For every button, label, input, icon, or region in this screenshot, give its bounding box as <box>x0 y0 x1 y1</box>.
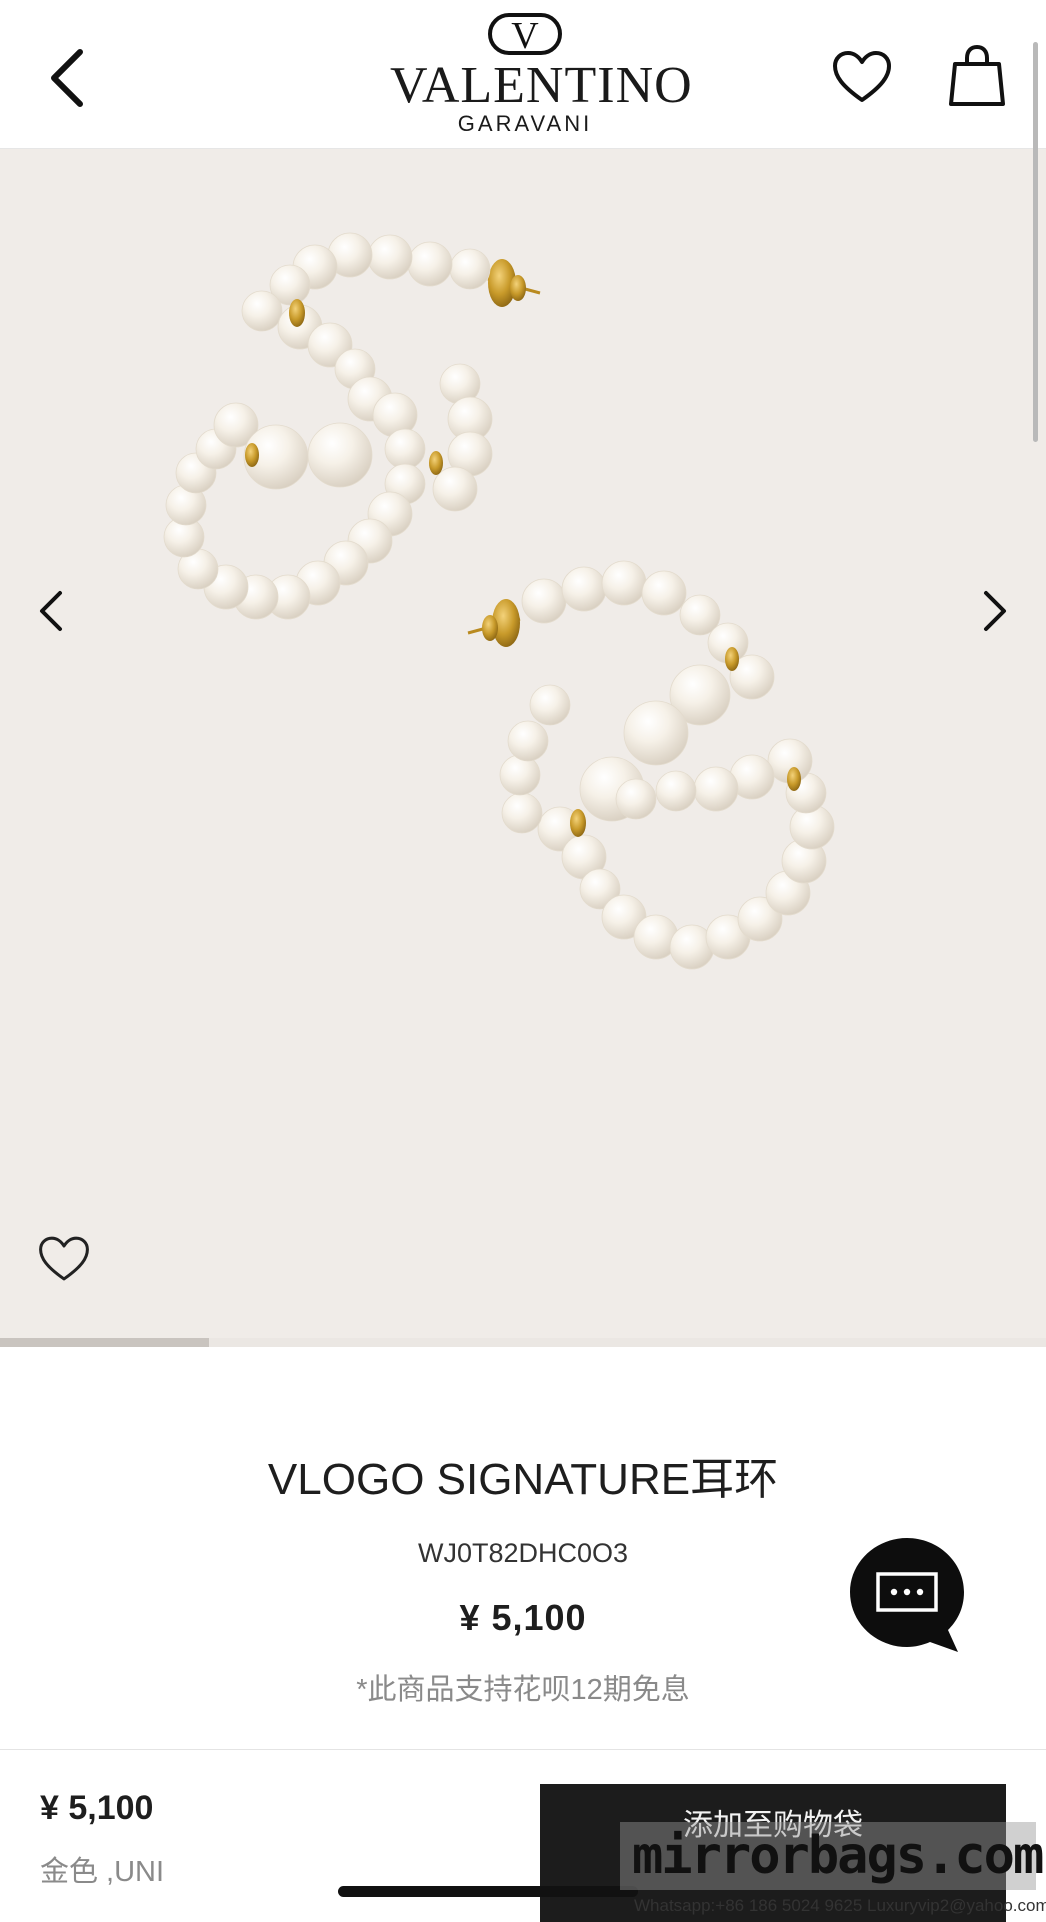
chat-button[interactable] <box>846 1534 968 1656</box>
back-button[interactable] <box>44 46 90 110</box>
pearl <box>307 422 373 488</box>
earring-upper <box>163 232 541 620</box>
watermark-contact: Whatsapp:+86 186 5024 9625 Luxuryvip2@ya… <box>634 1896 1046 1915</box>
product-image <box>163 232 835 970</box>
earring-post <box>487 259 541 307</box>
gallery-wishlist-button[interactable] <box>38 1235 90 1283</box>
earring-lower <box>467 560 835 970</box>
pearl <box>693 766 739 812</box>
pearl <box>529 684 571 726</box>
pearl <box>655 770 697 812</box>
brand-subname: GARAVANI <box>457 111 593 136</box>
heart-icon <box>833 51 891 102</box>
pearl <box>521 578 567 624</box>
watermark-site: mirrorbags.com <box>632 1826 1044 1886</box>
gold-spacer <box>787 767 801 791</box>
brand-logo[interactable]: V VALENTINO GARAVANI <box>390 12 693 142</box>
pearl <box>384 428 426 470</box>
heart-icon <box>39 1236 89 1281</box>
selected-variant[interactable]: 金色 ,UNI <box>40 1854 164 1890</box>
previous-image-button[interactable] <box>30 581 70 641</box>
chevron-left-icon <box>40 591 62 631</box>
product-gallery[interactable] <box>0 149 1046 1347</box>
pearl <box>623 700 689 766</box>
pearl <box>561 566 607 612</box>
header: V VALENTINO GARAVANI <box>0 0 1046 149</box>
pearl <box>432 466 478 512</box>
bottom-price: ¥ 5,100 <box>40 1789 154 1827</box>
pearl <box>367 234 413 280</box>
pearl <box>601 560 647 606</box>
pearl <box>499 754 541 796</box>
pearl <box>241 290 283 332</box>
image-progress-track <box>0 1338 1046 1347</box>
pearl <box>641 570 687 616</box>
scrollbar[interactable] <box>1033 42 1038 442</box>
monogram-letter: V <box>511 15 539 56</box>
pearl <box>615 778 657 820</box>
gold-spacer <box>725 647 739 671</box>
back-icon <box>51 49 83 107</box>
next-image-button[interactable] <box>976 581 1016 641</box>
home-indicator[interactable] <box>338 1886 638 1897</box>
shopping-bag-icon <box>949 44 1005 106</box>
wishlist-button[interactable] <box>832 50 892 104</box>
gold-spacer <box>570 809 586 837</box>
chat-bubble-icon <box>850 1538 964 1652</box>
chevron-right-icon <box>984 591 1006 631</box>
gold-spacer <box>289 299 305 327</box>
shopping-bag-button[interactable] <box>948 44 1006 108</box>
brand-name: VALENTINO <box>390 57 693 114</box>
product-title: VLOGO SIGNATURE耳环 <box>267 1455 779 1504</box>
gold-spacer <box>245 443 259 467</box>
monogram-icon: V <box>488 13 562 56</box>
gold-spacer <box>429 451 443 475</box>
pearl <box>507 720 549 762</box>
installment-note: *此商品支持花呗12期免息 <box>356 1674 690 1706</box>
earring-post <box>467 599 521 647</box>
pearl <box>407 241 453 287</box>
pearl <box>501 792 543 834</box>
image-progress-fill <box>0 1338 210 1347</box>
pearl <box>449 248 491 290</box>
watermark: mirrorbags.com Whatsapp:+86 186 5024 962… <box>620 1822 1046 1921</box>
